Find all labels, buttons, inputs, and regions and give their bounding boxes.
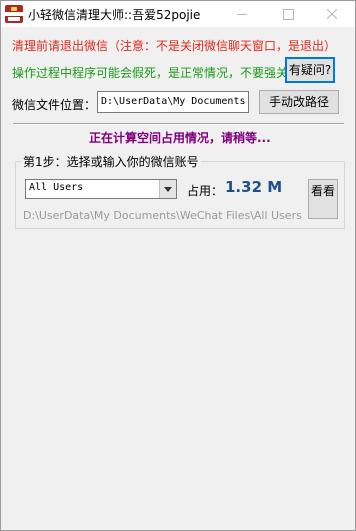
- status-message: 正在计算空间占用情况，请稍等...: [89, 131, 271, 145]
- wechat-path-input[interactable]: D:\UserData\My Documents: [97, 91, 249, 113]
- main-window: 小轻微信清理大师::吾爱52pojie 清理前请退出微信（注意：不是关闭微信聊天…: [0, 0, 356, 531]
- title-bar[interactable]: 小轻微信清理大师::吾爱52pojie: [1, 1, 355, 27]
- maximize-icon: [283, 9, 294, 20]
- close-icon: [327, 9, 337, 19]
- account-select[interactable]: All Users: [25, 179, 177, 199]
- window-title: 小轻微信清理大师::吾爱52pojie: [28, 8, 201, 22]
- wechat-path-label: 微信文件位置：: [12, 98, 97, 112]
- close-button[interactable]: [309, 1, 355, 27]
- usage-value: 1.32 M: [225, 178, 283, 196]
- view-button[interactable]: 看看: [308, 179, 338, 219]
- faq-button[interactable]: 有疑问?: [285, 57, 335, 83]
- freeze-warning-notice: 操作过程中程序可能会假死，是正常情况，不要强关！: [12, 66, 301, 80]
- change-path-button[interactable]: 手动改路径: [259, 90, 339, 114]
- account-path: D:\UserData\My Documents\WeChat Files\Al…: [23, 209, 302, 222]
- minimize-icon: [237, 14, 247, 15]
- divider: [13, 123, 344, 125]
- app-icon: [5, 5, 23, 23]
- maximize-button[interactable]: [265, 1, 311, 27]
- minimize-button[interactable]: [219, 1, 265, 27]
- account-select-dropdown[interactable]: [159, 180, 176, 198]
- chevron-down-icon: [164, 187, 172, 192]
- usage-label: 占用：: [187, 184, 224, 198]
- exit-wechat-notice: 清理前请退出微信（注意：不是关闭微信聊天窗口，是退出）: [12, 39, 337, 53]
- account-select-value: All Users: [29, 182, 84, 193]
- step1-legend: 第1步：选择或输入你的微信账号: [21, 153, 201, 170]
